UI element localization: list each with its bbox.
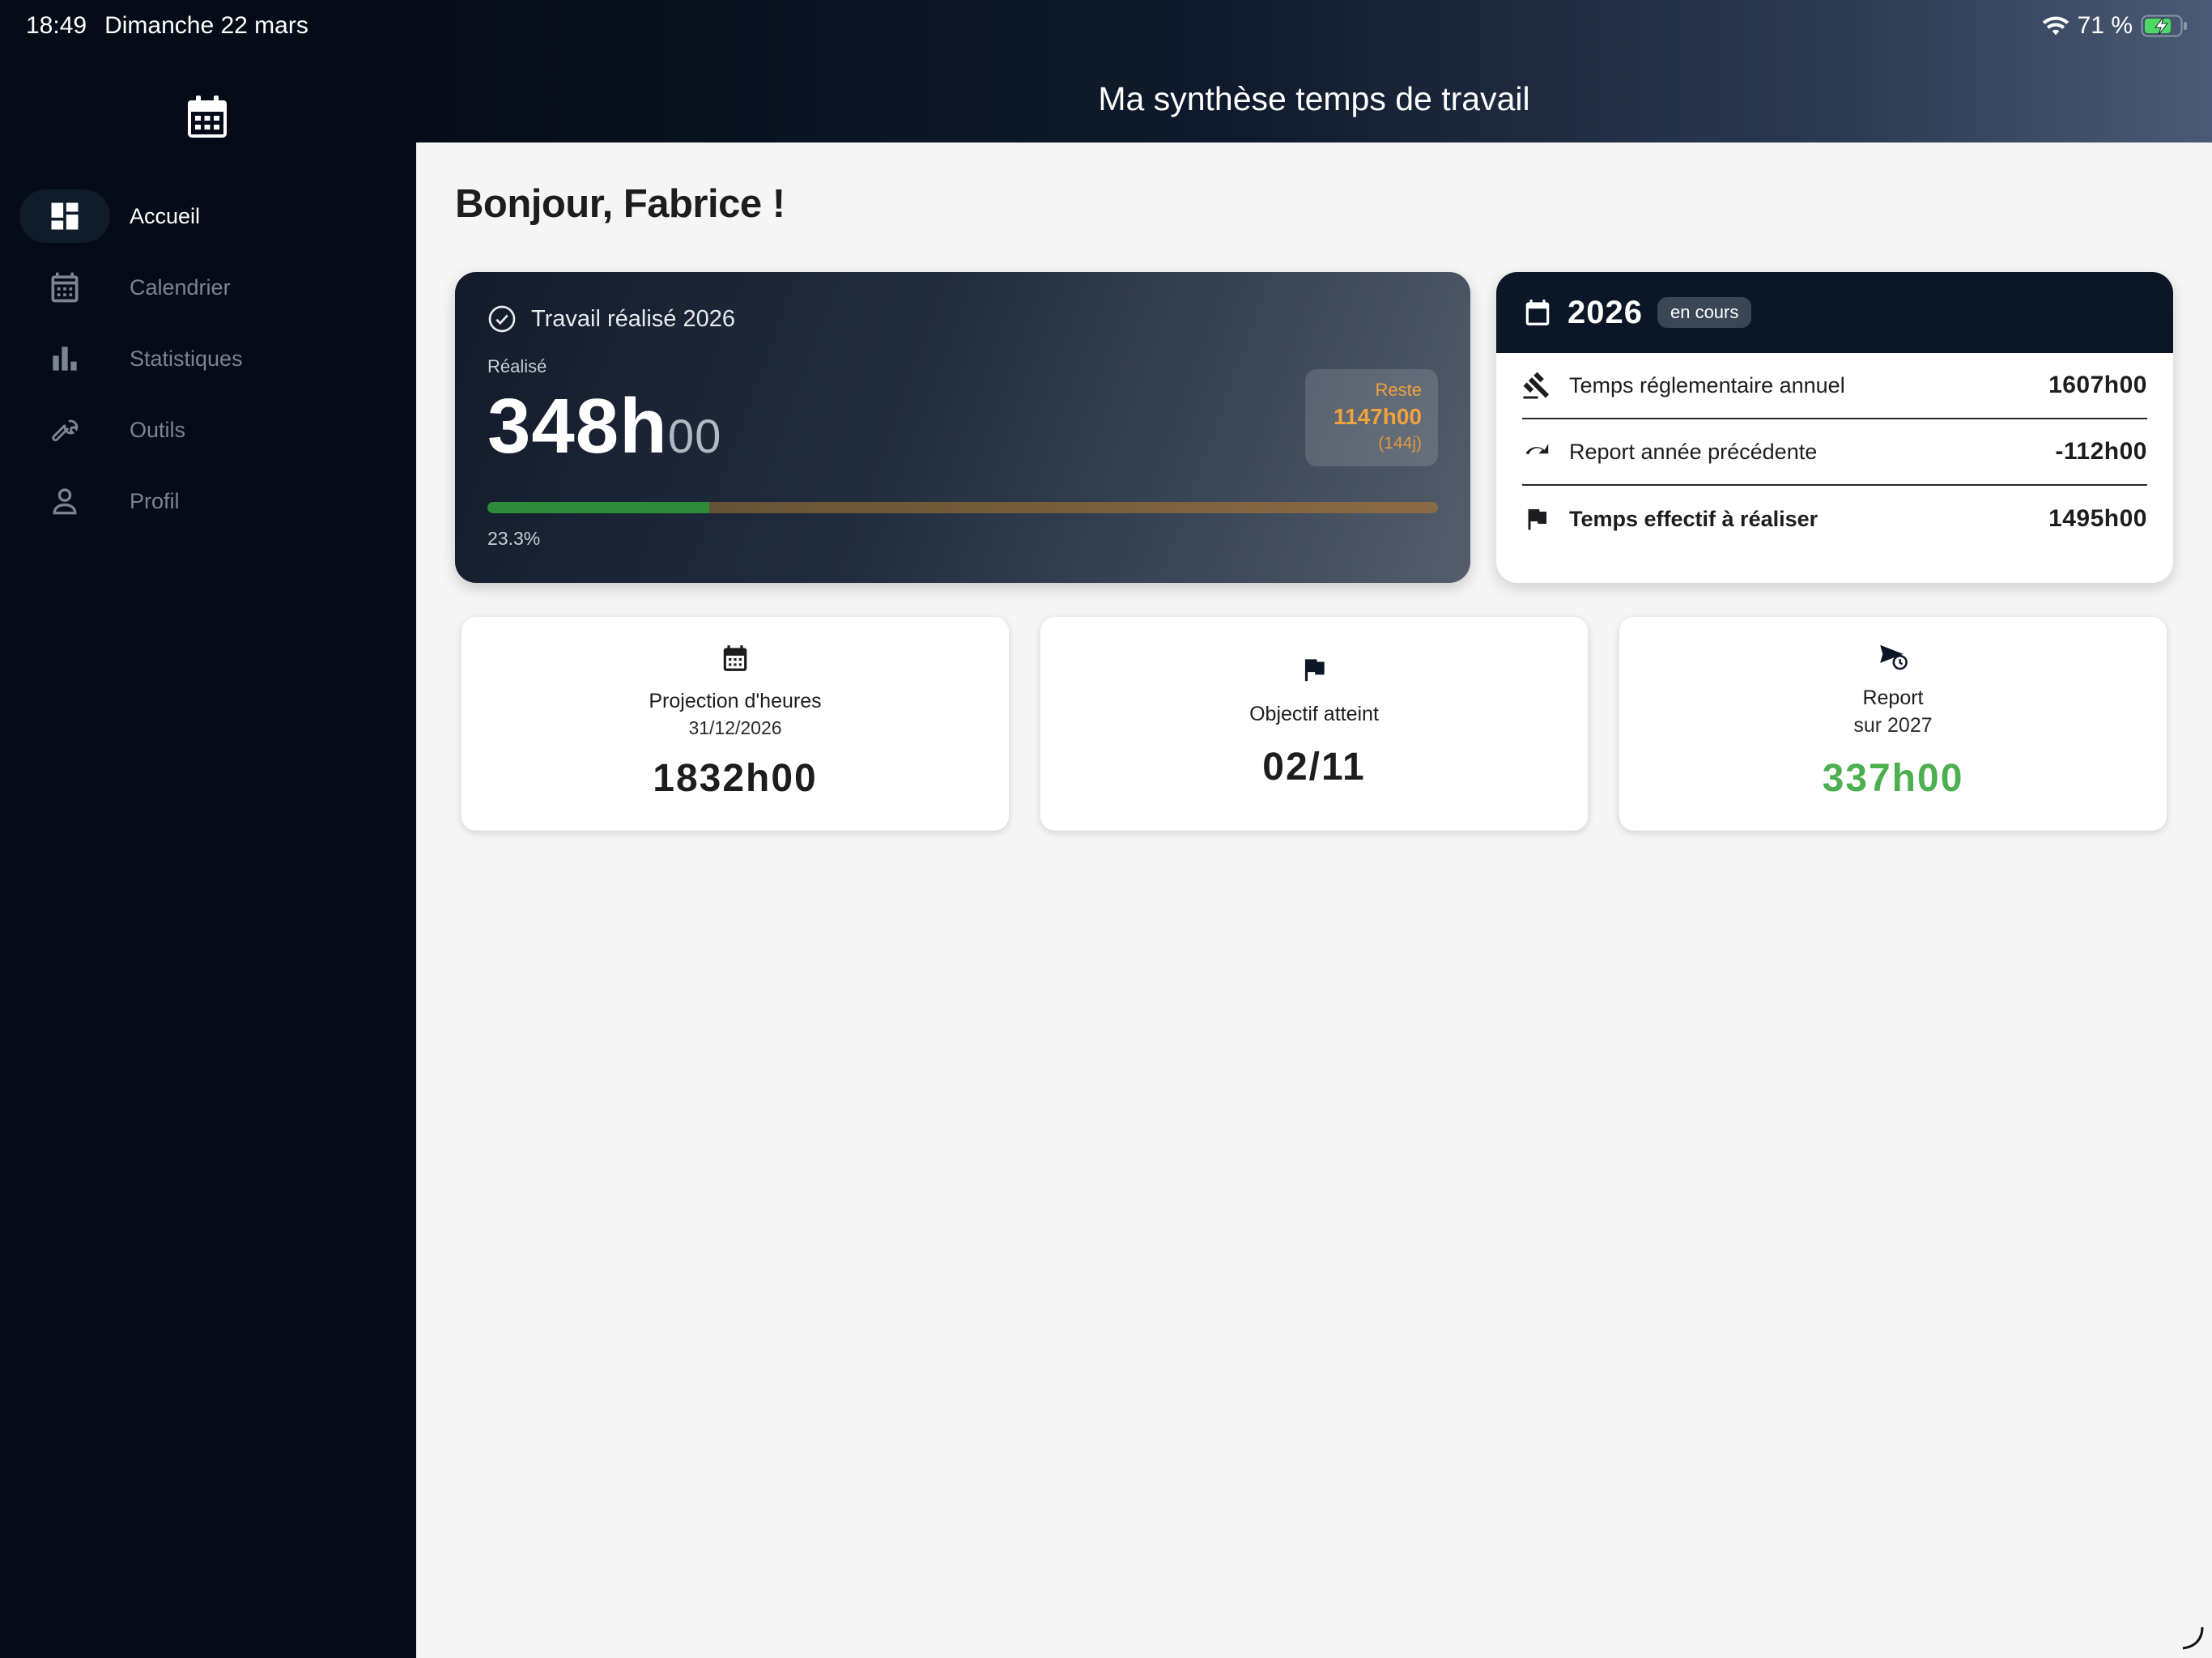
sidebar-nav: Accueil Calendrier Statistiques Outils P…: [19, 189, 397, 546]
projection-card[interactable]: Projection d'heures 31/12/2026 1832h00: [462, 617, 1009, 831]
battery-charging-icon: [2141, 15, 2187, 37]
row-report-precedente: Report année précédente -112h00: [1522, 419, 2147, 486]
year-summary-card[interactable]: 2026 en cours Temps réglementaire annuel…: [1496, 272, 2173, 583]
status-bar-left: 18:49 Dimanche 22 mars: [26, 11, 308, 40]
check-circle-icon: [488, 305, 516, 333]
sidebar-item-label: Accueil: [130, 203, 201, 228]
gavel-icon: [1523, 372, 1550, 399]
row-temps-effectif: Temps effectif à réaliser 1495h00: [1522, 486, 2147, 552]
sidebar-item-label: Outils: [130, 417, 186, 442]
work-done-card[interactable]: Travail réalisé 2026 Réalisé 348h00 Rest…: [455, 272, 1470, 583]
calendar-outline-icon: [1525, 300, 1550, 325]
status-time: 18:49: [26, 12, 87, 39]
objectif-card[interactable]: Objectif atteint 02/11: [1040, 617, 1588, 831]
wifi-icon: [2042, 16, 2069, 36]
projection-label: Projection d'heures: [649, 690, 822, 712]
reste-label: Reste: [1375, 380, 1422, 400]
realise-hours: 348h: [487, 383, 668, 470]
app-header: Ma synthèse temps de travail 71 %: [416, 0, 2212, 142]
reste-box: Reste 1147h00 (144j): [1305, 369, 1438, 466]
row-temps-reglementaire: Temps réglementaire annuel 1607h00: [1522, 353, 2147, 419]
projection-date: 31/12/2026: [688, 717, 782, 738]
sidebar: 18:49 Dimanche 22 mars Accueil Calendrie…: [0, 0, 416, 1658]
calendar-icon: [51, 272, 79, 303]
bar-chart-icon: [53, 346, 77, 371]
report-card[interactable]: Report sur 2027 337h00: [1619, 617, 2167, 831]
sidebar-item-label: Statistiques: [130, 346, 243, 371]
status-date: Dimanche 22 mars: [104, 12, 308, 39]
resize-handle-icon: [2182, 1626, 2204, 1650]
calendar-icon: [723, 645, 747, 671]
sidebar-item-label: Calendrier: [130, 274, 231, 300]
sidebar-item-accueil[interactable]: Accueil: [19, 189, 397, 243]
progress-bar-fill: [487, 502, 709, 513]
report-label: Report: [1862, 687, 1924, 709]
sidebar-item-statistiques[interactable]: Statistiques: [19, 332, 397, 385]
row-label: Temps effectif à réaliser: [1569, 506, 1819, 531]
app-calendar-icon: [188, 96, 227, 138]
report-sub: sur 2027: [1853, 714, 1933, 737]
send-clock-icon: [1880, 644, 1908, 670]
sidebar-item-profil[interactable]: Profil: [19, 474, 397, 528]
objectif-value: 02/11: [1262, 746, 1366, 789]
projection-value: 1832h00: [653, 757, 818, 800]
sidebar-item-outils[interactable]: Outils: [19, 403, 397, 457]
row-value: 1495h00: [2048, 505, 2147, 532]
year-value: 2026: [1568, 294, 1643, 330]
row-value: 1607h00: [2048, 372, 2147, 398]
status-badge: en cours: [1657, 297, 1752, 328]
objectif-label: Objectif atteint: [1249, 703, 1379, 725]
flag-icon: [1528, 509, 1546, 530]
report-value: 337h00: [1822, 757, 1964, 800]
reste-value: 1147h00: [1334, 404, 1422, 429]
reste-days: (144j): [1378, 434, 1422, 453]
realise-label: Réalisé: [487, 356, 547, 376]
sidebar-item-calendrier[interactable]: Calendrier: [19, 261, 397, 314]
sidebar-item-label: Profil: [130, 488, 180, 513]
realise-minutes: 00: [667, 410, 722, 463]
row-label: Report année précédente: [1569, 439, 1818, 464]
row-label: Temps réglementaire annuel: [1569, 372, 1845, 397]
work-card-title: Travail réalisé 2026: [531, 305, 735, 332]
flag-icon: [1304, 659, 1325, 682]
progress-bar: [487, 502, 1438, 513]
work-card-header: Travail réalisé 2026: [487, 304, 735, 334]
page-title: Ma synthèse temps de travail: [1098, 80, 1530, 117]
person-icon: [53, 488, 77, 515]
wrench-icon: [52, 419, 79, 442]
row-value: -112h00: [2055, 438, 2147, 465]
greeting-heading: Bonjour, Fabrice !: [455, 182, 785, 226]
battery-percent: 71 %: [2077, 12, 2133, 39]
status-bar-right: 71 %: [2042, 11, 2188, 40]
redo-icon: [1525, 444, 1549, 455]
dashboard-icon: [51, 202, 79, 230]
year-card-header: 2026 en cours: [1496, 272, 2173, 353]
progress-percent: 23.3%: [487, 528, 541, 549]
realise-value: 348h00: [487, 382, 721, 482]
